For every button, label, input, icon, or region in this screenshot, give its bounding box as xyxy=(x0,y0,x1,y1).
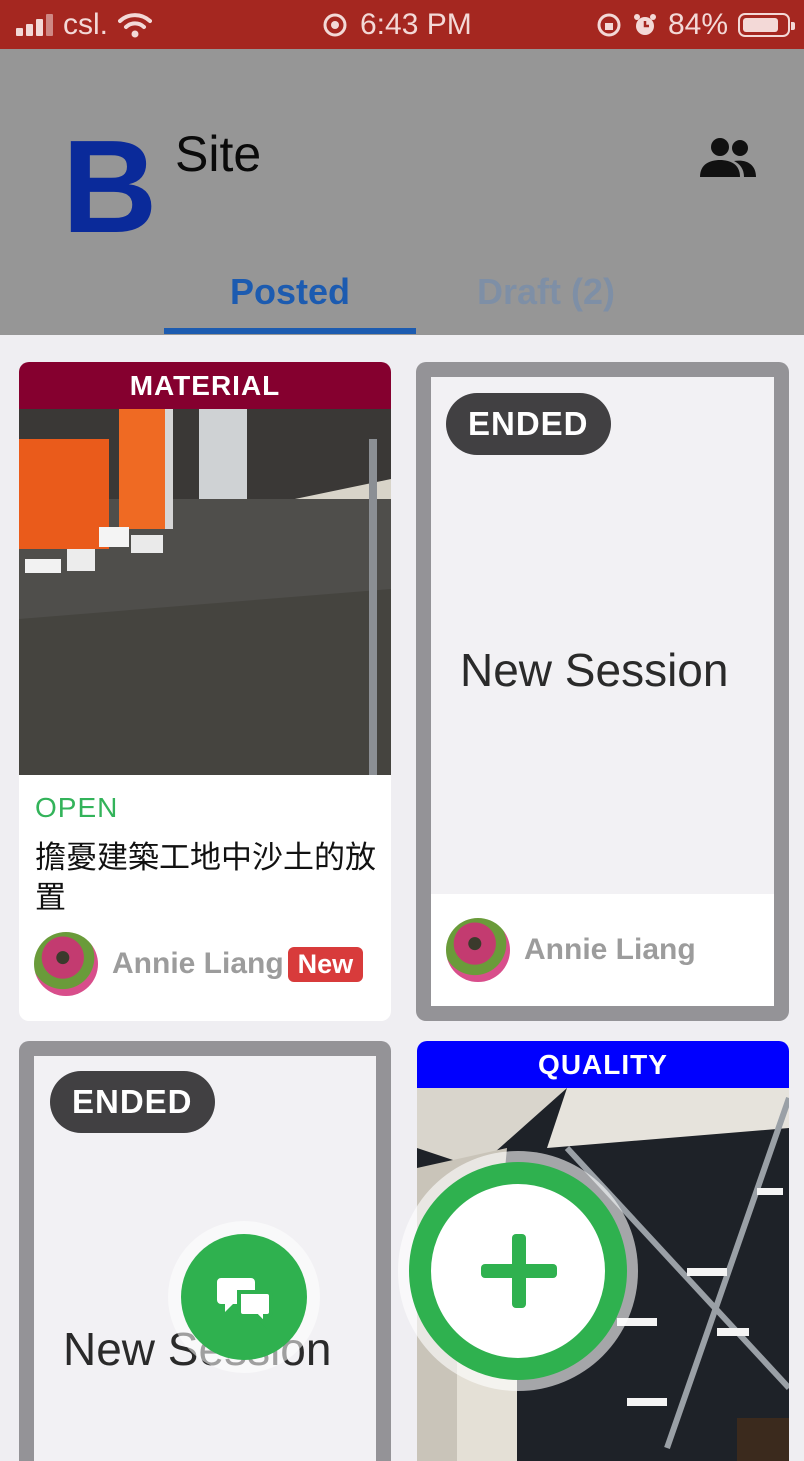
author-name: Annie Liang xyxy=(112,947,284,980)
chat-button[interactable] xyxy=(181,1234,307,1360)
avatar xyxy=(34,932,98,996)
alarm-icon xyxy=(633,13,656,35)
clock-time: 6:43 PM xyxy=(360,8,472,41)
chat-bubbles-icon xyxy=(217,1278,273,1329)
app-header: B Site Posted Draft (2) xyxy=(0,49,804,335)
page-title: Site xyxy=(175,126,262,182)
card-title: New Session xyxy=(460,644,729,696)
status-label: OPEN xyxy=(35,792,119,823)
status-badge: ENDED xyxy=(50,1071,215,1133)
signal-strength-icon xyxy=(16,13,53,36)
session-card[interactable]: ENDED New Session Annie Liang xyxy=(416,362,789,1021)
avatar xyxy=(446,918,510,982)
people-icon[interactable] xyxy=(698,137,758,179)
category-label: MATERIAL xyxy=(19,362,391,409)
add-session-button[interactable] xyxy=(409,1162,627,1380)
session-card[interactable]: MATERIAL OPEN 擔憂建築工地中沙土的放置 Annie Liang N… xyxy=(19,362,391,1021)
orientation-lock-icon xyxy=(597,13,621,36)
battery-percent: 84% xyxy=(667,8,728,41)
card-photo xyxy=(19,409,391,775)
wifi-icon xyxy=(118,12,152,37)
status-badge: ENDED xyxy=(446,393,611,455)
tab-draft[interactable]: Draft (2) xyxy=(418,271,674,313)
status-bar: csl. 6:43 PM 84% xyxy=(0,0,804,49)
carrier-name: csl. xyxy=(63,8,108,41)
category-label: QUALITY xyxy=(417,1041,789,1088)
active-tab-indicator xyxy=(164,328,416,334)
plus-icon xyxy=(481,1234,557,1308)
author-name: Annie Liang xyxy=(524,933,696,966)
card-title: 擔憂建築工地中沙土的放置 xyxy=(35,840,376,915)
app-logo: B xyxy=(62,113,157,260)
tab-posted[interactable]: Posted xyxy=(164,271,416,313)
location-icon xyxy=(323,13,347,36)
card-body: OPEN 擔憂建築工地中沙土的放置 xyxy=(35,792,379,918)
new-badge: New xyxy=(287,946,364,982)
card-footer: Annie Liang New xyxy=(34,932,364,996)
card-inner: ENDED New Session Annie Liang xyxy=(431,377,774,1006)
card-footer: Annie Liang xyxy=(431,894,774,1006)
battery-icon xyxy=(738,12,795,37)
